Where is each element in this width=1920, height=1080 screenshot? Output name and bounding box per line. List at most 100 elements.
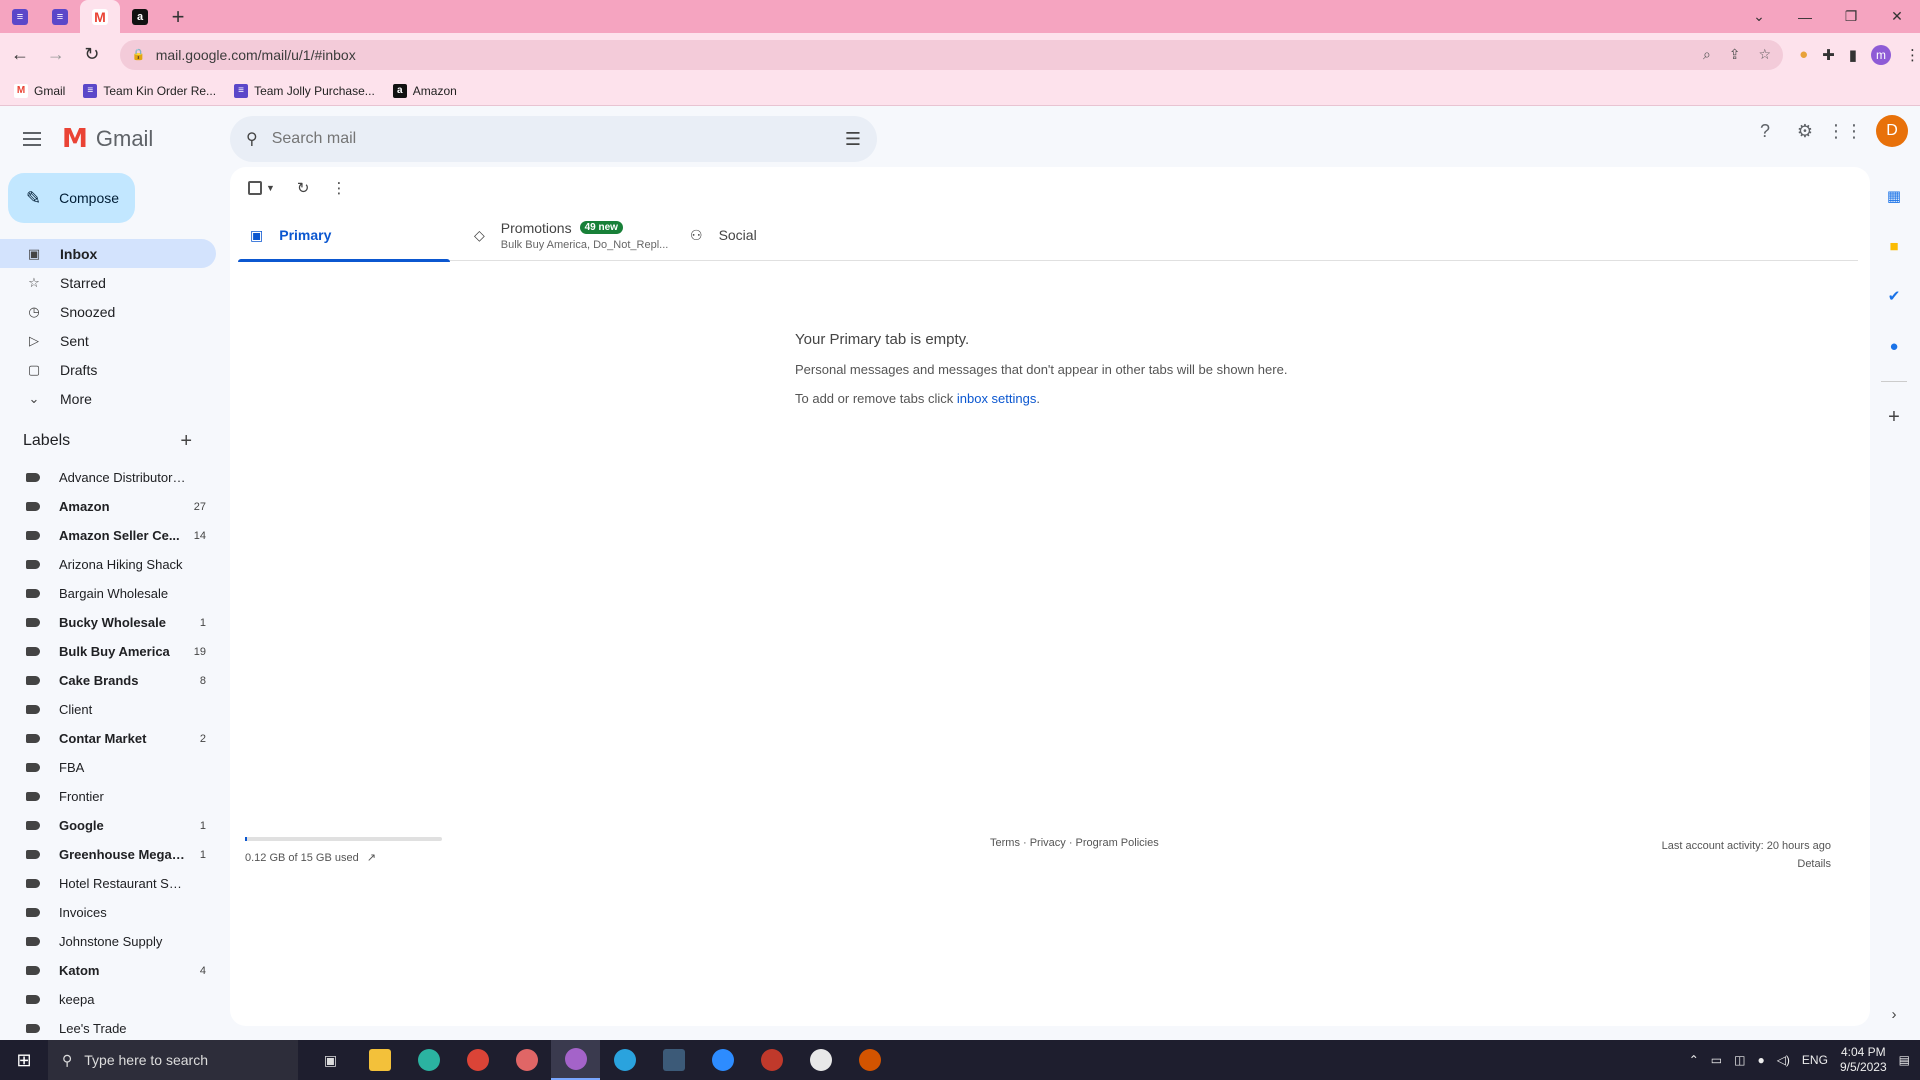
account-avatar[interactable]: D xyxy=(1876,115,1908,147)
label-item[interactable]: Amazon Seller Ce... 14 xyxy=(0,521,216,550)
edge-icon[interactable] xyxy=(404,1040,453,1080)
refresh-icon[interactable]: ↻ xyxy=(297,179,310,197)
add-label-icon[interactable]: + xyxy=(180,430,192,453)
nav-item-starred[interactable]: ☆ Starred xyxy=(0,268,216,297)
help-icon[interactable]: ? xyxy=(1752,118,1778,144)
tray-chevron-icon[interactable]: ⌃ xyxy=(1689,1053,1699,1067)
chrome-extra-icon[interactable] xyxy=(845,1040,894,1080)
forward-icon[interactable]: → xyxy=(40,39,72,71)
label-item[interactable]: Frontier xyxy=(0,782,216,811)
chrome-alt-icon[interactable] xyxy=(747,1040,796,1080)
bookmark-gmail[interactable]: M Gmail xyxy=(14,83,65,98)
calendar-icon[interactable]: ▦ xyxy=(1868,171,1920,221)
browser-tab[interactable]: a xyxy=(120,0,160,33)
main-menu-icon[interactable] xyxy=(8,115,56,163)
browser-tab-active[interactable]: M xyxy=(80,0,120,33)
extension-icon[interactable]: ● xyxy=(1799,46,1808,63)
add-addon-icon[interactable]: + xyxy=(1868,392,1920,442)
keep-icon[interactable]: ■ xyxy=(1868,221,1920,271)
settings-gear-icon[interactable]: ⚙ xyxy=(1792,118,1818,144)
notifications-icon[interactable]: ▤ xyxy=(1899,1053,1910,1067)
zoom-app-icon[interactable] xyxy=(698,1040,747,1080)
search-icon[interactable]: ⚲ xyxy=(246,129,258,149)
nav-item-snoozed[interactable]: ◷ Snoozed xyxy=(0,297,216,326)
contacts-icon[interactable]: ● xyxy=(1868,321,1920,371)
search-input[interactable] xyxy=(271,130,812,148)
chrome-profile-icon[interactable] xyxy=(502,1040,551,1080)
bookmark-star-icon[interactable]: ☆ xyxy=(1759,46,1772,63)
taskbar-search[interactable]: ⚲ Type here to search xyxy=(48,1040,298,1080)
network-icon[interactable]: ▭ xyxy=(1711,1053,1722,1067)
nav-item-inbox[interactable]: ▣ Inbox xyxy=(0,239,216,268)
label-item[interactable]: Cake Brands 8 xyxy=(0,666,216,695)
address-bar[interactable]: 🔒 mail.google.com/mail/u/1/#inbox ⌕ ⇪ ☆ xyxy=(119,39,1784,70)
chrome-active-icon[interactable] xyxy=(551,1040,600,1080)
label-item[interactable]: Lee's Trade xyxy=(0,1014,216,1043)
label-item[interactable]: Google 1 xyxy=(0,811,216,840)
browser-tab[interactable]: ≡ xyxy=(40,0,80,33)
gmail-logo[interactable]: M Gmail xyxy=(62,124,153,154)
label-item[interactable]: Johnstone Supply xyxy=(0,927,216,956)
apps-grid-icon[interactable]: ⋮⋮ xyxy=(1827,118,1863,144)
select-all-checkbox[interactable]: ▼ xyxy=(248,181,275,195)
search-options-icon[interactable]: ☰ xyxy=(845,129,861,150)
browser-tab[interactable]: ≡ xyxy=(0,0,40,33)
label-item[interactable]: Contar Market 2 xyxy=(0,724,216,753)
telegram-icon[interactable] xyxy=(600,1040,649,1080)
new-tab-button[interactable]: + xyxy=(160,0,196,33)
tab-promotions[interactable]: ◇ Promotions 49 new Bulk Buy America, Do… xyxy=(450,209,678,261)
windows-start-icon[interactable]: ⊞ xyxy=(0,1040,48,1080)
label-item[interactable]: Hotel Restaurant Supply xyxy=(0,869,216,898)
label-item[interactable]: Katom 4 xyxy=(0,956,216,985)
label-item[interactable]: Bucky Wholesale 1 xyxy=(0,608,216,637)
microphone-icon[interactable]: ● xyxy=(1757,1053,1764,1067)
task-view-icon[interactable]: ▣ xyxy=(306,1040,355,1080)
restore-icon[interactable]: ❐ xyxy=(1828,0,1874,33)
tasks-icon[interactable]: ✔ xyxy=(1868,271,1920,321)
file-explorer-icon[interactable] xyxy=(355,1040,404,1080)
bookmark-amazon[interactable]: a Amazon xyxy=(392,83,457,98)
chrome-icon[interactable] xyxy=(453,1040,502,1080)
sidepanel-icon[interactable]: ▮ xyxy=(1849,46,1857,64)
label-item[interactable]: Arizona Hiking Shack xyxy=(0,550,216,579)
zoom-icon[interactable]: ⌕ xyxy=(1703,46,1711,63)
tab-primary[interactable]: ▣ Primary xyxy=(238,209,450,262)
nav-item-sent[interactable]: ▷ Sent xyxy=(0,326,216,355)
label-item[interactable]: Bargain Wholesale xyxy=(0,579,216,608)
footer-links[interactable]: Terms · Privacy · Program Policies xyxy=(990,837,1159,849)
bookmark-team-jolly[interactable]: ≡ Team Jolly Purchase... xyxy=(234,83,375,98)
camera-icon[interactable]: ◫ xyxy=(1734,1053,1745,1067)
close-icon[interactable]: ✕ xyxy=(1874,0,1920,33)
label-item[interactable]: Bulk Buy America 19 xyxy=(0,637,216,666)
label-item[interactable]: FBA xyxy=(0,753,216,782)
details-link[interactable]: Details xyxy=(1662,855,1831,873)
share-icon[interactable]: ⇪ xyxy=(1729,46,1741,63)
clock[interactable]: 4:04 PM 9/5/2023 xyxy=(1840,1045,1887,1075)
label-item[interactable]: Invoices xyxy=(0,898,216,927)
label-item[interactable]: Advance Distributors, Inc. xyxy=(0,463,216,492)
back-icon[interactable]: ← xyxy=(4,39,36,71)
label-item[interactable]: Amazon 27 xyxy=(0,492,216,521)
tab-search-icon[interactable]: ⌄ xyxy=(1736,0,1782,33)
nav-item-more[interactable]: ⌄ More xyxy=(0,384,216,413)
compose-button[interactable]: ✎ Compose xyxy=(8,173,135,223)
app-icon[interactable] xyxy=(796,1040,845,1080)
more-options-icon[interactable]: ⋮ xyxy=(332,179,347,197)
reload-icon[interactable]: ↻ xyxy=(76,39,108,71)
volume-icon[interactable]: ◁) xyxy=(1777,1053,1790,1067)
browser-menu-icon[interactable]: ⋮ xyxy=(1905,46,1920,64)
label-item[interactable]: Client xyxy=(0,695,216,724)
tab-social[interactable]: ⚇ Social xyxy=(678,209,878,261)
browser-profile-avatar[interactable]: m xyxy=(1870,44,1891,65)
inbox-settings-link[interactable]: inbox settings xyxy=(957,391,1037,406)
puzzle-icon[interactable]: ✚ xyxy=(1822,46,1835,64)
language-indicator[interactable]: ENG xyxy=(1802,1053,1828,1067)
bookmark-team-kin[interactable]: ≡ Team Kin Order Re... xyxy=(83,83,216,98)
label-item[interactable]: Greenhouse Megas... 1 xyxy=(0,840,216,869)
show-panel-chevron-icon[interactable]: › xyxy=(1868,989,1920,1039)
nav-item-drafts[interactable]: ▢ Drafts xyxy=(0,355,216,384)
external-link-icon[interactable]: ↗ xyxy=(367,851,376,864)
minimize-icon[interactable]: — xyxy=(1782,0,1828,33)
calculator-icon[interactable] xyxy=(649,1040,698,1080)
label-item[interactable]: keepa xyxy=(0,985,216,1014)
